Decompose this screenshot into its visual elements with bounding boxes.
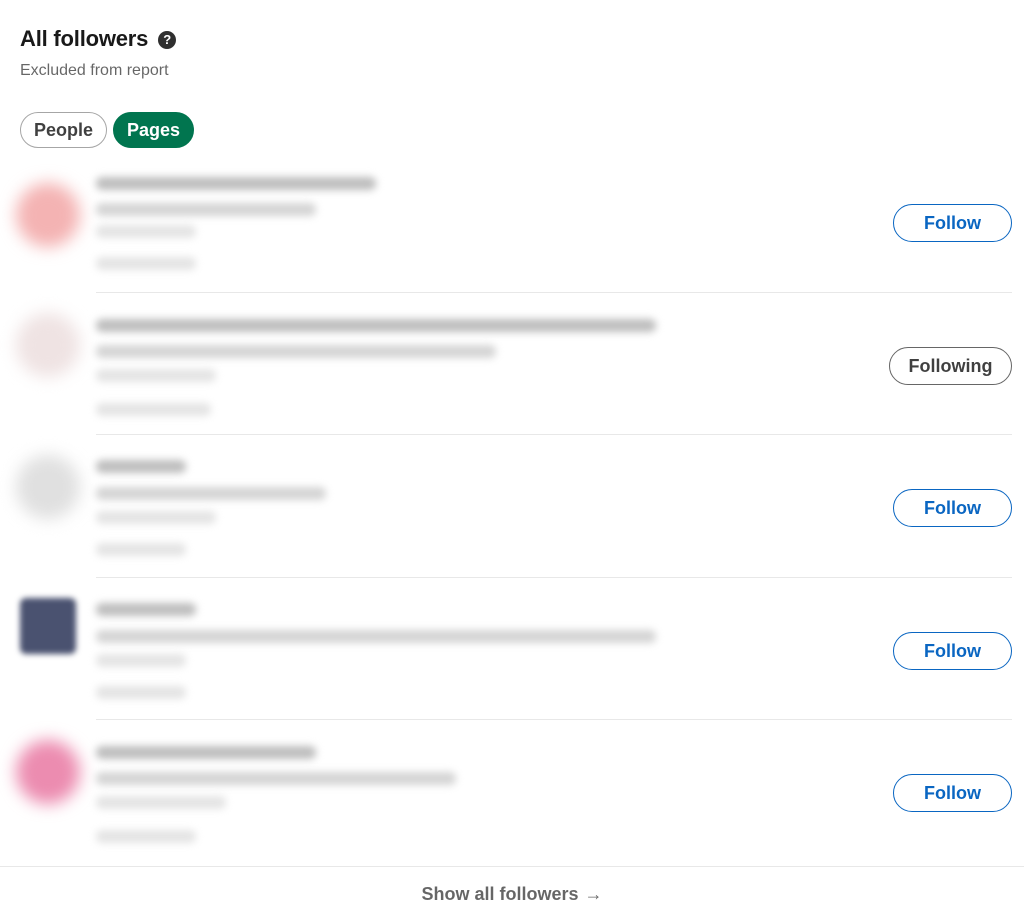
blurred-follower-count <box>96 257 196 270</box>
blurred-follower-count <box>96 543 186 556</box>
page-avatar[interactable] <box>16 313 80 377</box>
blurred-page-meta <box>96 369 216 382</box>
blurred-page-name <box>96 746 316 759</box>
blurred-follower-count <box>96 403 211 416</box>
blurred-page-name <box>96 460 186 473</box>
list-item: Follow <box>0 165 1024 293</box>
blurred-follower-count <box>96 686 186 699</box>
blurred-page-meta <box>96 511 216 524</box>
blurred-page-description <box>96 345 496 358</box>
list-item: Follow <box>0 435 1024 578</box>
blurred-page-description <box>96 203 316 216</box>
blurred-page-description <box>96 630 656 643</box>
title-row: All followers ? <box>20 26 177 52</box>
blurred-page-name <box>96 177 376 190</box>
page-header: All followers ? Excluded from report <box>20 26 177 80</box>
list-item: Following <box>0 293 1024 435</box>
footer-divider <box>0 866 1024 867</box>
show-all-followers-link[interactable]: Show all followers → <box>0 884 1024 905</box>
blurred-page-meta <box>96 225 196 238</box>
blurred-page-meta <box>96 654 186 667</box>
blurred-page-name <box>96 603 196 616</box>
page-avatar[interactable] <box>20 598 76 654</box>
page-avatar[interactable] <box>16 455 80 519</box>
filter-pill-people[interactable]: People <box>20 112 108 148</box>
filter-pill-pages[interactable]: Pages <box>113 112 195 148</box>
filter-pills: People Pages <box>20 112 195 148</box>
page-subtitle: Excluded from report <box>20 62 169 79</box>
blurred-page-name <box>96 319 656 332</box>
page-avatar[interactable] <box>16 183 80 247</box>
list-item: Follow <box>0 578 1024 720</box>
blurred-follower-count <box>96 830 196 843</box>
follow-button[interactable]: Follow <box>893 632 1012 670</box>
follow-button[interactable]: Follow <box>893 774 1012 812</box>
follow-button[interactable]: Follow <box>893 204 1012 242</box>
question-circle-icon[interactable]: ? <box>158 30 177 49</box>
arrow-right-icon: → <box>584 884 603 904</box>
follow-button[interactable]: Follow <box>893 489 1012 527</box>
show-all-label: Show all followers <box>421 884 579 904</box>
blurred-page-meta <box>96 796 226 809</box>
following-button[interactable]: Following <box>889 347 1012 385</box>
blurred-page-description <box>96 487 326 500</box>
list-item: Follow <box>0 720 1024 866</box>
blurred-page-description <box>96 772 456 785</box>
page-avatar[interactable] <box>16 740 80 804</box>
page-title: All followers <box>20 26 149 51</box>
